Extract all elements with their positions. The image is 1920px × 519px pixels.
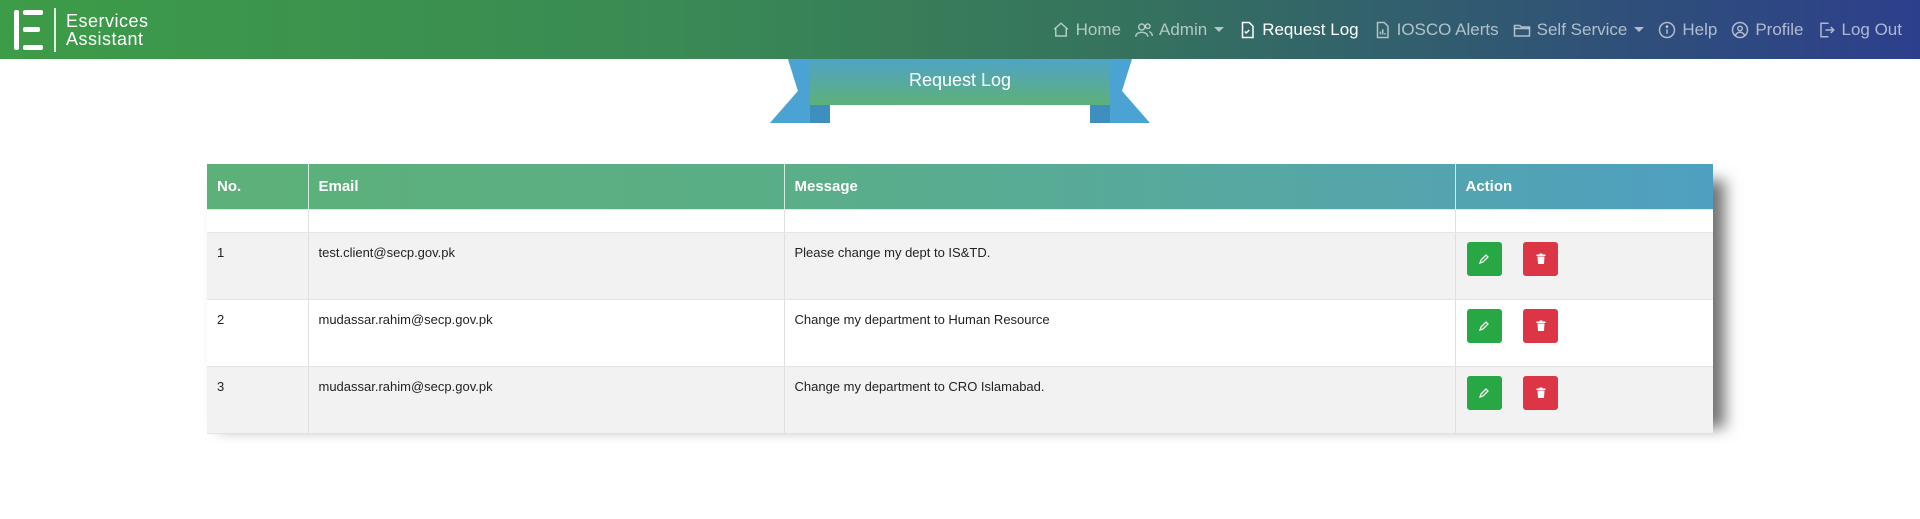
nav-iosco-alerts-label: IOSCO Alerts bbox=[1396, 19, 1499, 39]
cell-email: test.client@secp.gov.pk bbox=[308, 232, 785, 300]
page-title: Request Log bbox=[908, 70, 1012, 90]
brand-line-2: Assistant bbox=[66, 28, 144, 49]
nav-iosco-alerts[interactable]: IOSCO Alerts bbox=[1373, 20, 1499, 40]
folder-icon bbox=[1513, 24, 1530, 37]
table-header-row: No. Email Message Action bbox=[207, 164, 1713, 209]
nav-request-log-label: Request Log bbox=[1262, 19, 1359, 39]
ribbon-shape bbox=[770, 59, 1150, 123]
pencil-icon bbox=[1479, 320, 1489, 331]
cell-actions bbox=[1455, 232, 1713, 300]
brand[interactable]: Eservices Assistant bbox=[14, 0, 149, 59]
cell-email: mudassar.rahim@secp.gov.pk bbox=[308, 299, 785, 367]
cell-no: 3 bbox=[207, 366, 309, 434]
brand-line-1: Eservices bbox=[66, 10, 149, 31]
info-icon bbox=[1659, 21, 1676, 38]
table-row: 3 mudassar.rahim@secp.gov.pk Change my d… bbox=[207, 366, 1713, 434]
nav-profile-label: Profile bbox=[1755, 19, 1804, 39]
report-icon bbox=[1376, 21, 1389, 38]
request-log-table: No. Email Message Action 1 test.client@s… bbox=[207, 164, 1713, 434]
delete-button[interactable] bbox=[1523, 241, 1559, 276]
request-log-card: No. Email Message Action 1 test.client@s… bbox=[207, 164, 1713, 434]
brand-divider bbox=[54, 7, 56, 52]
trash-icon bbox=[1536, 320, 1546, 331]
nav-home[interactable]: Home bbox=[1052, 20, 1121, 40]
trash-icon bbox=[1536, 387, 1546, 398]
table-spacer-row bbox=[207, 208, 1713, 233]
delete-button[interactable] bbox=[1523, 375, 1559, 410]
brand-name: Eservices Assistant bbox=[66, 12, 149, 48]
cell-actions bbox=[1455, 366, 1713, 434]
nav-self-service[interactable]: Self Service bbox=[1513, 20, 1645, 40]
cell-message: Please change my dept to IS&TD. bbox=[784, 232, 1456, 300]
top-navbar: Eservices Assistant Home Admin Request L… bbox=[0, 0, 1920, 59]
cell-message: Change my department to CRO Islamabad. bbox=[784, 366, 1456, 434]
edit-button[interactable] bbox=[1466, 375, 1502, 410]
table-row: 2 mudassar.rahim@secp.gov.pk Change my d… bbox=[207, 299, 1713, 367]
nav-admin-label: Admin bbox=[1159, 19, 1208, 39]
letter-e-logo bbox=[14, 9, 44, 50]
nav-help-label: Help bbox=[1682, 19, 1718, 39]
nav-profile[interactable]: Profile bbox=[1731, 19, 1804, 40]
header-action: Action bbox=[1465, 177, 1513, 195]
pencil-icon bbox=[1479, 387, 1489, 398]
pencil-icon bbox=[1479, 253, 1489, 264]
header-message[interactable]: Message bbox=[784, 164, 1456, 209]
trash-icon bbox=[1536, 253, 1546, 264]
header-email[interactable]: Email bbox=[308, 164, 785, 209]
edit-button[interactable] bbox=[1466, 241, 1502, 276]
nav-log-out-label: Log Out bbox=[1841, 19, 1903, 39]
delete-button[interactable] bbox=[1523, 308, 1559, 343]
header-no[interactable]: No. bbox=[207, 164, 309, 209]
page-title-ribbon: Request Log bbox=[770, 59, 1150, 123]
home-icon bbox=[1053, 21, 1068, 37]
main-nav: Home Admin Request Log IOSCO Alerts Self… bbox=[1038, 0, 1902, 59]
file-check-icon bbox=[1241, 21, 1254, 38]
chevron-down-icon bbox=[1634, 27, 1645, 32]
users-icon bbox=[1135, 22, 1154, 37]
logout-icon bbox=[1819, 22, 1835, 37]
nav-self-service-label: Self Service bbox=[1536, 19, 1628, 39]
nav-log-out[interactable]: Log Out bbox=[1818, 19, 1903, 40]
nav-home-label: Home bbox=[1075, 19, 1122, 39]
nav-admin[interactable]: Admin bbox=[1135, 19, 1225, 40]
chevron-down-icon bbox=[1214, 27, 1225, 32]
cell-no: 2 bbox=[207, 299, 309, 367]
nav-request-log[interactable]: Request Log bbox=[1238, 19, 1359, 40]
cell-email: mudassar.rahim@secp.gov.pk bbox=[308, 366, 785, 434]
user-circle-icon bbox=[1732, 21, 1749, 38]
table-row: 1 test.client@secp.gov.pk Please change … bbox=[207, 232, 1713, 300]
cell-message: Change my department to Human Resource bbox=[784, 299, 1456, 367]
edit-button[interactable] bbox=[1466, 308, 1502, 343]
nav-help[interactable]: Help bbox=[1658, 20, 1717, 40]
cell-actions bbox=[1455, 299, 1713, 367]
cell-no: 1 bbox=[207, 232, 309, 300]
